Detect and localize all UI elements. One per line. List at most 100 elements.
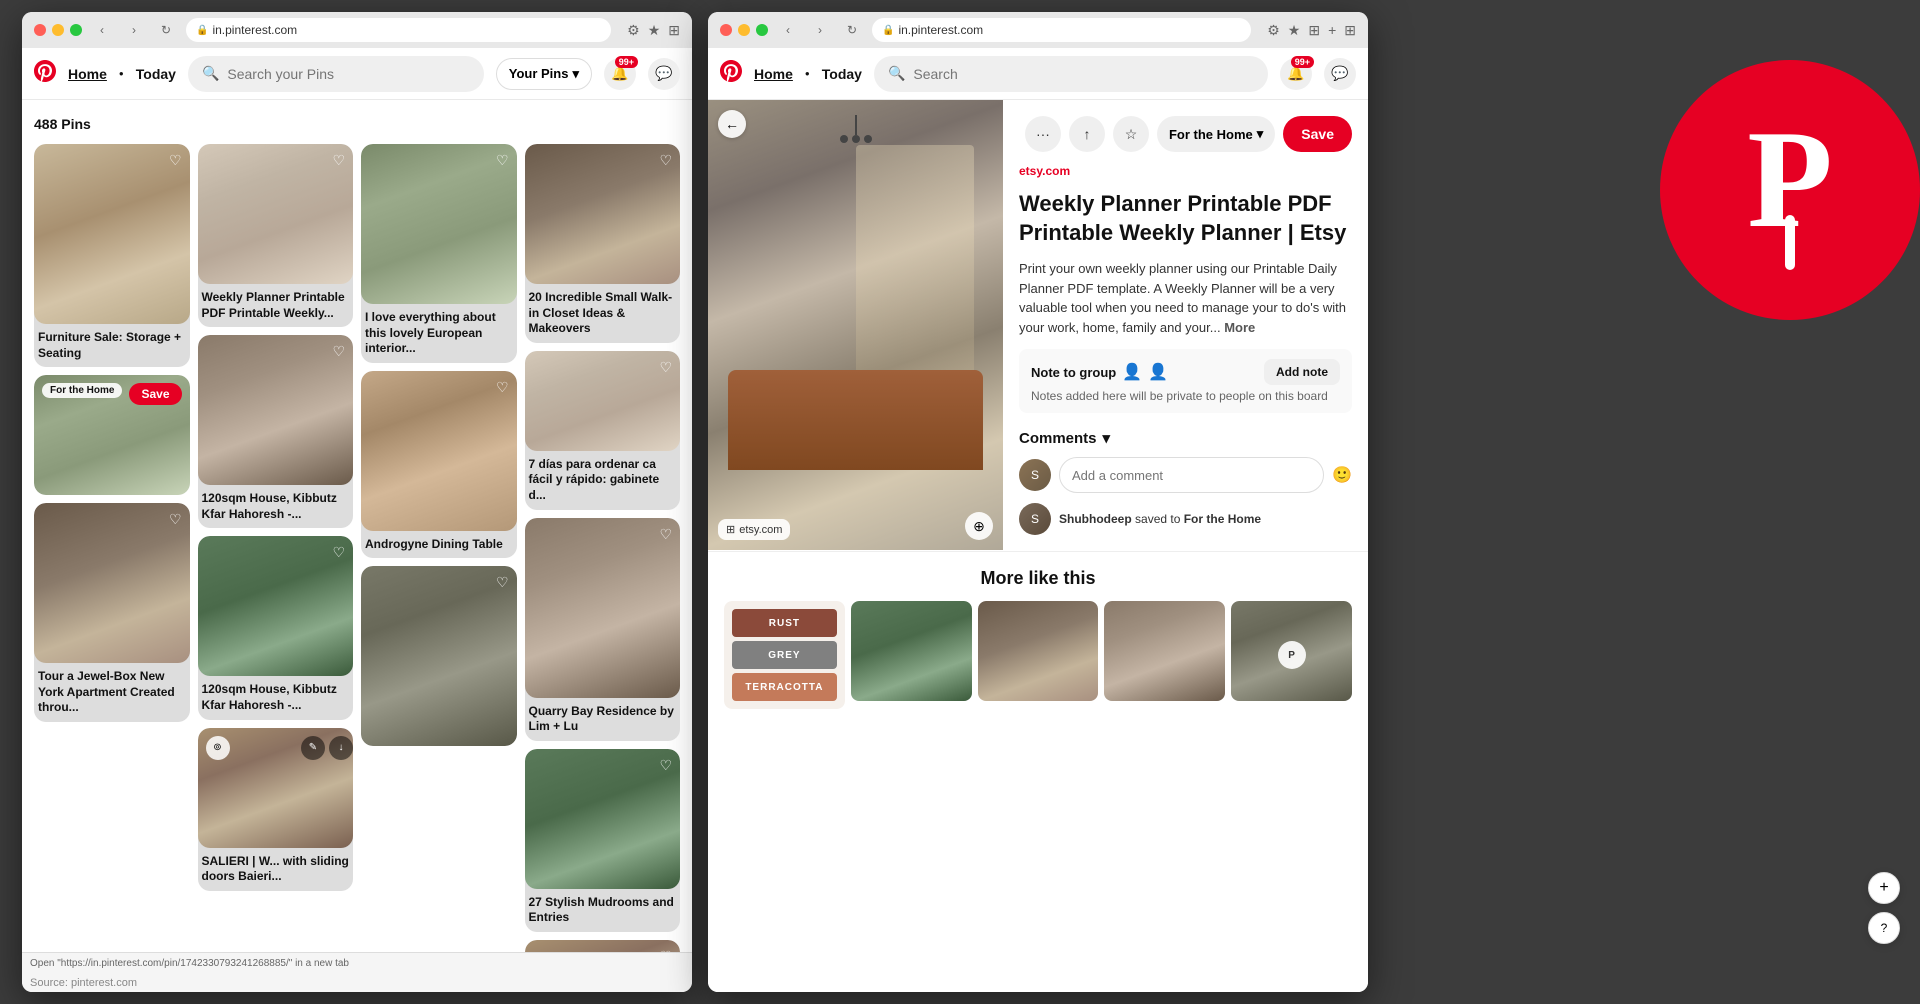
pin-card-planner[interactable]: Weekly Planner Printable PDF Printable W… [198, 144, 354, 327]
pin-card-androgyne[interactable]: Androgyne Dining Table ♡ [361, 371, 517, 559]
pin-column-3: I love everything about this lovely Euro… [361, 144, 517, 746]
pin-card-120sqm2[interactable]: 120sqm House, Kibbutz Kfar Hahoresh -...… [198, 536, 354, 719]
bookmark-pin-button[interactable]: ☆ [1113, 116, 1149, 152]
emoji-button[interactable]: 🙂 [1332, 465, 1352, 485]
back-icon: ← [725, 116, 739, 132]
more-like-card-room1[interactable] [851, 601, 972, 709]
save-icon-120sqm[interactable]: ♡ [332, 343, 345, 360]
note-avatar-2: 👤 [1148, 362, 1168, 382]
search-bar-left[interactable]: 🔍 [188, 56, 484, 92]
message-button-right[interactable]: 💬 [1324, 58, 1356, 90]
save-icon-quarry[interactable]: ♡ [659, 526, 672, 543]
lock-icon-right: 🔒 [882, 25, 894, 36]
titlebar-right: ‹ › ↻ 🔒 in.pinterest.com ⚙ ★ ⊞ + ⊞ [708, 12, 1368, 48]
color-swatch-rust: RUST [732, 609, 837, 637]
pin-column-2: Weekly Planner Printable PDF Printable W… [198, 144, 354, 891]
more-options-button[interactable]: ··· [1025, 116, 1061, 152]
pin-card-dias[interactable]: 7 días para ordenar ca fácil y rápido: g… [525, 351, 681, 510]
pin-image-source-tag[interactable]: ⊞ etsy.com [718, 519, 790, 540]
pinterest-logo-right[interactable] [720, 60, 742, 88]
note-label: Note to group 👤 👤 [1031, 362, 1168, 382]
activity-avatar: S [1019, 503, 1051, 535]
comment-input[interactable] [1059, 457, 1324, 493]
save-icon-furniture[interactable]: ♡ [169, 152, 182, 169]
more-like-card-room3[interactable] [1104, 601, 1225, 709]
save-icon-closet2[interactable]: ♡ [496, 574, 509, 591]
nav-today-left[interactable]: Today [136, 66, 176, 82]
more-link[interactable]: More [1224, 320, 1255, 335]
forward-button-right[interactable]: › [808, 20, 832, 40]
save-icon-androgyne[interactable]: ♡ [496, 379, 509, 396]
save-icon-120sqm2[interactable]: ♡ [332, 544, 345, 561]
pin-edit-icon[interactable]: ✎ [301, 736, 325, 760]
address-bar-left[interactable]: 🔒 in.pinterest.com [186, 18, 611, 42]
search-bar-right[interactable]: 🔍 [874, 56, 1268, 92]
add-note-button[interactable]: Add note [1264, 359, 1340, 385]
notification-button-left[interactable]: 🔔 99+ [604, 58, 636, 90]
maximize-button-right[interactable] [756, 24, 768, 36]
pin-card-forthehome[interactable]: For the Home Save [34, 375, 190, 495]
pin-source[interactable]: etsy.com [1019, 164, 1352, 178]
minimize-button-right[interactable] [738, 24, 750, 36]
board-chevron: ▾ [1257, 126, 1264, 142]
save-button-forthehome[interactable]: Save [129, 383, 181, 405]
pin-card-european[interactable]: I love everything about this lovely Euro… [361, 144, 517, 363]
window-icon-right[interactable]: ⊞ [1308, 22, 1320, 39]
save-icon-tour[interactable]: ♡ [169, 511, 182, 528]
pin-card-console[interactable]: Console Tables ♡ [525, 940, 681, 952]
plus-icon-right[interactable]: + [1328, 22, 1336, 38]
activity-action: saved to [1135, 512, 1184, 526]
pinterest-logo-left[interactable] [34, 60, 56, 88]
pin-card-mudrooms[interactable]: 27 Stylish Mudrooms and Entries ♡ [525, 749, 681, 932]
back-button-right[interactable]: ‹ [776, 20, 800, 40]
message-button-left[interactable]: 💬 [648, 58, 680, 90]
pinterest-content-left: 488 Pins Furniture Sale: Storage + Seati… [22, 100, 692, 952]
nav-home-left[interactable]: Home [68, 66, 107, 82]
nav-home-right[interactable]: Home [754, 66, 793, 82]
pin-card-furniture[interactable]: Furniture Sale: Storage + Seating ♡ [34, 144, 190, 367]
pin-card-salieri[interactable]: ⊚ ✎ ↓ SALIERI | W... with sliding doors … [198, 728, 354, 891]
forward-button[interactable]: › [122, 20, 146, 40]
save-icon-mudrooms[interactable]: ♡ [659, 757, 672, 774]
minimize-button[interactable] [52, 24, 64, 36]
refresh-button-right[interactable]: ↻ [840, 20, 864, 40]
board-selector-button[interactable]: For the Home ▾ [1157, 116, 1275, 152]
share-button[interactable]: ↑ [1069, 116, 1105, 152]
pin-card-closet[interactable]: 20 Incredible Small Walk-in Closet Ideas… [525, 144, 681, 343]
save-icon-console[interactable]: ♡ [659, 948, 672, 952]
back-button-detail[interactable]: ← [718, 110, 746, 138]
save-pin-button[interactable]: Save [1283, 116, 1352, 152]
search-input-left[interactable] [227, 66, 469, 82]
pin-download-icon[interactable]: ↓ [329, 736, 353, 760]
save-icon-planner[interactable]: ♡ [332, 152, 345, 169]
address-bar-right[interactable]: 🔒 in.pinterest.com [872, 18, 1251, 42]
bookmark-icon-right[interactable]: ★ [1288, 22, 1301, 39]
pin-card-closet2[interactable]: ♡ [361, 566, 517, 746]
pin-card-120sqm[interactable]: 120sqm House, Kibbutz Kfar Hahoresh -...… [198, 335, 354, 528]
more-like-card-room2[interactable] [978, 601, 1099, 709]
lens-button[interactable]: ⊕ [965, 512, 993, 540]
bookmark-icon[interactable]: ★ [648, 22, 661, 39]
refresh-button[interactable]: ↻ [154, 20, 178, 40]
maximize-button[interactable] [70, 24, 82, 36]
back-button[interactable]: ‹ [90, 20, 114, 40]
close-button-right[interactable] [720, 24, 732, 36]
your-pins-button[interactable]: Your Pins ▾ [496, 58, 592, 90]
more-like-card-room4[interactable]: P [1231, 601, 1352, 709]
window-controls-icon[interactable]: ⊞ [668, 22, 680, 39]
extension-icon[interactable]: ⚙ [627, 22, 640, 39]
grid-icon-right[interactable]: ⊞ [1344, 22, 1356, 39]
close-button[interactable] [34, 24, 46, 36]
search-input-right[interactable] [913, 66, 1254, 82]
save-icon-european[interactable]: ♡ [496, 152, 509, 169]
more-like-card-palette[interactable]: RUST GREY TERRACOTTA [724, 601, 845, 709]
browser-window-left: ‹ › ↻ 🔒 in.pinterest.com ⚙ ★ ⊞ Home ● To… [22, 12, 692, 992]
pin-card-quarry[interactable]: Quarry Bay Residence by Lim + Lu ♡ [525, 518, 681, 741]
notification-button-right[interactable]: 🔔 99+ [1280, 58, 1312, 90]
nav-today-right[interactable]: Today [822, 66, 862, 82]
more-like-header: More like this [724, 568, 1352, 589]
save-icon-closet[interactable]: ♡ [659, 152, 672, 169]
save-icon-dias[interactable]: ♡ [659, 359, 672, 376]
pin-card-tour[interactable]: Tour a Jewel-Box New York Apartment Crea… [34, 503, 190, 722]
extension-icon-right[interactable]: ⚙ [1267, 22, 1280, 39]
